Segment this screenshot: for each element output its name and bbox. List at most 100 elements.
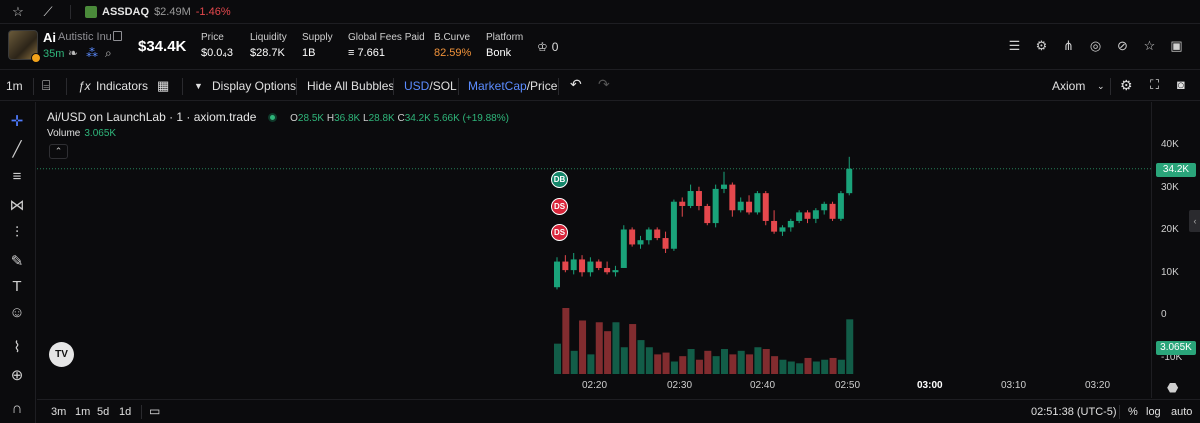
volume-bar	[645, 347, 653, 374]
hide-bubbles-button[interactable]: Hide All Bubbles	[307, 79, 394, 93]
indicators-icon[interactable]: ƒx	[78, 79, 91, 93]
candle	[604, 267, 611, 273]
settings-icon[interactable]: ⚙	[1120, 77, 1133, 94]
search-icon[interactable]: ⌕	[105, 46, 112, 61]
range-button[interactable]: 1m	[75, 406, 90, 418]
crosshair-icon[interactable]: ✛	[6, 112, 28, 130]
divider	[66, 78, 67, 95]
candle	[829, 203, 836, 219]
display-options-button[interactable]: Display Options	[212, 79, 296, 93]
candle	[737, 201, 744, 211]
log-toggle[interactable]: log	[1146, 406, 1161, 418]
volume-bar	[637, 340, 645, 374]
auto-toggle[interactable]: auto	[1171, 406, 1192, 418]
camera-icon[interactable]: ◙	[1177, 77, 1185, 92]
volume-bar	[695, 359, 703, 374]
volume-bar	[829, 357, 837, 374]
emoji-icon[interactable]: ☺	[6, 304, 28, 321]
copy-icon[interactable]	[113, 31, 122, 41]
price-axis[interactable]: 40K 30K 20K 10K 0 -10K 34.2K 3.065K ‹	[1151, 102, 1200, 398]
interval-selector[interactable]: 1m	[6, 79, 23, 93]
chart-line-icon[interactable]: ⟋	[40, 4, 56, 20]
redo-icon[interactable]: ↷	[598, 76, 610, 93]
ticker-symbol: ASSDAQ	[102, 5, 150, 18]
trend-line-icon[interactable]: ╱	[6, 140, 28, 158]
current-volume-label: 3.065K	[1156, 341, 1196, 355]
price-tick: 40K	[1161, 139, 1179, 150]
range-button[interactable]: 5d	[97, 406, 109, 418]
candle	[620, 229, 627, 268]
pattern-icon[interactable]: ⋈	[6, 196, 28, 214]
axis-settings-icon[interactable]: ⬣	[1167, 380, 1181, 395]
token-avatar[interactable]	[8, 30, 41, 63]
candle	[562, 261, 569, 271]
candle	[821, 203, 828, 211]
layouts-icon[interactable]: ▦	[157, 78, 169, 94]
stat-value: ≡ 7.661	[348, 47, 386, 59]
undo-icon[interactable]: ↶	[570, 76, 582, 93]
token-name: Autistic Inu	[58, 31, 112, 43]
share-icon[interactable]: ⋔	[1055, 38, 1082, 54]
measure-lines-icon[interactable]: ⫶	[6, 224, 28, 241]
settings-icon[interactable]: ⚙	[1028, 38, 1055, 54]
volume-bar	[837, 359, 845, 374]
legend-open: 28.5K	[297, 113, 325, 124]
holders-counter[interactable]: ♔ 0	[537, 40, 558, 54]
candle	[629, 229, 636, 245]
trade-bubble-buy[interactable]: DB	[551, 171, 568, 188]
candlestick-chart[interactable]	[37, 102, 1151, 398]
ruler-icon[interactable]: ⌇	[6, 338, 28, 356]
currency-toggle[interactable]: USD/SOL	[404, 79, 457, 93]
brush-icon[interactable]: ✎	[6, 252, 28, 270]
metric-toggle[interactable]: MarketCap/Price	[468, 79, 557, 93]
market-cap: $34.4K	[138, 38, 187, 55]
percent-toggle[interactable]: %	[1128, 406, 1138, 418]
candle	[796, 212, 803, 221]
clock[interactable]: 02:51:38 (UTC-5)	[1031, 406, 1117, 418]
date-range-icon[interactable]: ▭	[149, 404, 160, 418]
chart-area[interactable]: Ai/USD on LaunchLab · 1 · axiom.trade O2…	[37, 102, 1151, 398]
list-icon[interactable]: ☰	[1001, 38, 1028, 54]
range-button[interactable]: 3m	[51, 406, 66, 418]
volume-bar	[562, 308, 570, 374]
source-selector[interactable]: Axiom	[1052, 79, 1085, 93]
stat-label: Platform	[486, 32, 524, 43]
zoom-in-icon[interactable]: ⊕	[6, 366, 28, 384]
price-tick: 20K	[1161, 224, 1179, 235]
trade-bubble-sell[interactable]: DS	[551, 198, 568, 215]
holders-icon[interactable]: ⁂	[86, 46, 98, 60]
collapse-legend-button[interactable]: ⌃	[49, 144, 68, 159]
divider	[458, 78, 459, 95]
trade-bubble-sell[interactable]: DS	[551, 224, 568, 241]
block-icon[interactable]: ⊘	[1109, 38, 1136, 54]
hide-icon[interactable]: ◎	[1082, 38, 1109, 54]
candle	[746, 201, 753, 213]
platform-badge-icon	[31, 53, 41, 63]
candle-type-icon[interactable]: ⌸	[42, 77, 50, 94]
volume-bar	[737, 350, 745, 374]
time-axis[interactable]: 02:20 02:30 02:40 02:50 03:00 03:10 03:2…	[37, 374, 1151, 398]
magnet-icon[interactable]: ∩	[6, 400, 28, 417]
volume-bar	[812, 361, 820, 374]
horizontal-lines-icon[interactable]: ≡	[6, 168, 28, 185]
tradingview-logo[interactable]: TV	[49, 342, 74, 367]
indicators-button[interactable]: Indicators	[96, 79, 148, 93]
social-icon[interactable]: ❧	[68, 46, 78, 60]
star-icon[interactable]: ☆	[10, 4, 26, 20]
drawing-tools: ✛ ╱ ≡ ⋈ ⫶ ✎ T ☺ ⌇ ⊕ ∩	[0, 102, 36, 423]
bookmark-icon[interactable]: ☆	[1136, 38, 1163, 54]
current-price-label: 34.2K	[1156, 163, 1196, 177]
fullscreen-icon[interactable]: ⛶	[1150, 77, 1159, 93]
range-button[interactable]: 1d	[119, 406, 131, 418]
chevron-down-icon[interactable]: ⌄	[1097, 81, 1105, 92]
text-icon[interactable]: T	[6, 278, 28, 295]
range-bar: 3m 1m 5d 1d ▭ 02:51:38 (UTC-5) % log aut…	[37, 399, 1200, 423]
volume-bar	[570, 350, 578, 374]
candle	[554, 261, 560, 288]
expand-panel-icon[interactable]: ‹	[1189, 210, 1200, 232]
stat-bonding-curve: B.Curve 82.59%	[434, 32, 471, 59]
ticker-item[interactable]: ASSDAQ $2.49M -1.46%	[85, 5, 231, 18]
divider	[1119, 405, 1120, 419]
chart-legend: Ai/USD on LaunchLab · 1 · axiom.trade O2…	[47, 110, 509, 124]
layout-icon[interactable]: ▣	[1163, 38, 1190, 54]
